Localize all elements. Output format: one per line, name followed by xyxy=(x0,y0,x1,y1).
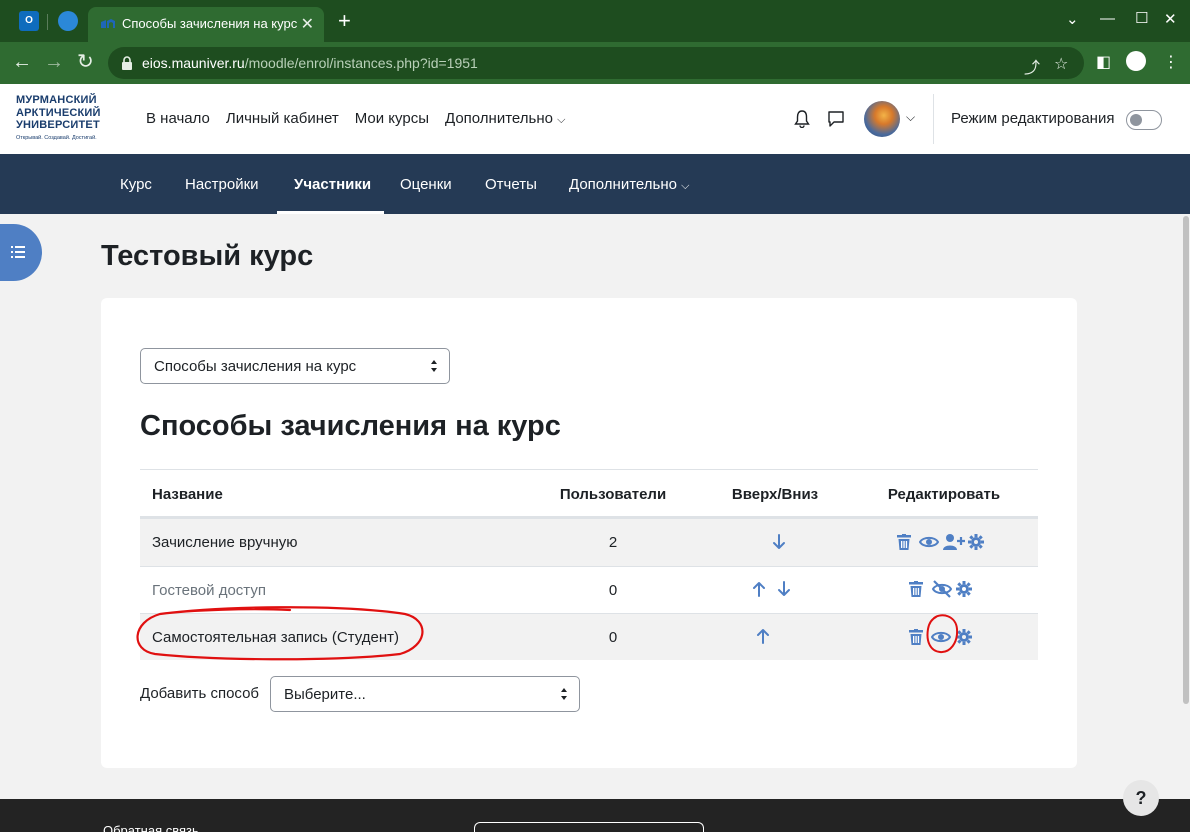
url-text: eios.mauniver.ru/moodle/enrol/instances.… xyxy=(142,55,478,71)
logo-line-3: УНИВЕРСИТЕТ xyxy=(16,119,100,131)
lock-icon xyxy=(122,56,132,70)
browser-menu-icon[interactable]: ⋮ xyxy=(1163,52,1179,72)
header-name: Название xyxy=(152,486,223,503)
nav-dashboard[interactable]: Личный кабинет xyxy=(226,110,339,127)
share-icon[interactable]: ⤴ xyxy=(1024,54,1040,78)
tab-search-chevron-icon[interactable]: ⌄ xyxy=(1066,10,1079,28)
nav-my-courses[interactable]: Мои курсы xyxy=(355,110,429,127)
messages-icon[interactable] xyxy=(827,110,845,128)
page-selector-value: Способы зачисления на курс xyxy=(154,358,357,375)
table-row: Гостевой доступ 0 xyxy=(140,566,1038,613)
active-browser-tab[interactable]: Способы зачисления на курс ✕ xyxy=(88,7,324,42)
tab-participants[interactable]: Участники xyxy=(294,176,371,193)
eye-icon[interactable] xyxy=(931,629,951,645)
trash-icon[interactable] xyxy=(909,581,923,597)
arrow-down-icon[interactable] xyxy=(772,534,786,550)
side-panel-icon[interactable]: ◧ xyxy=(1096,52,1111,72)
outlook-pinned-tab[interactable]: O xyxy=(19,11,39,31)
maximize-icon[interactable]: ☐ xyxy=(1135,9,1148,27)
logo-tagline: Открывай. Создавай. Достигай. xyxy=(16,134,97,141)
table-header-row: Название Пользователи Вверх/Вниз Редакти… xyxy=(140,469,1038,518)
edit-mode-toggle[interactable] xyxy=(1126,110,1162,130)
users-count: 0 xyxy=(608,582,618,599)
page-footer: Обратная связь xyxy=(0,799,1190,832)
tab-reports[interactable]: Отчеты xyxy=(485,176,537,193)
method-name: Гостевой доступ xyxy=(152,582,266,599)
trash-icon[interactable] xyxy=(909,629,923,645)
edit-mode-label: Режим редактирования xyxy=(951,110,1115,127)
chevron-down-icon: ⌵ xyxy=(557,114,566,126)
close-window-icon[interactable]: ✕ xyxy=(1164,10,1177,28)
chevron-down-icon: ⌵ xyxy=(681,180,690,192)
users-count: 0 xyxy=(608,629,618,646)
user-menu-chevron-icon[interactable]: ⌵ xyxy=(906,110,915,125)
nav-more[interactable]: Дополнительно ⌵ xyxy=(445,110,565,127)
arrow-down-icon[interactable] xyxy=(777,581,791,597)
select-arrows-icon xyxy=(561,688,567,700)
address-bar[interactable]: eios.mauniver.ru/moodle/enrol/instances.… xyxy=(108,47,1084,79)
table-row: Самостоятельная запись (Студент) 0 xyxy=(140,613,1038,660)
tab-close-icon[interactable]: ✕ xyxy=(301,14,314,34)
moodle-favicon-icon xyxy=(101,19,115,28)
forward-icon[interactable]: → xyxy=(44,51,64,73)
browser-tab-title: Способы зачисления на курс xyxy=(122,16,298,31)
gear-icon[interactable] xyxy=(956,581,972,597)
footer-button[interactable] xyxy=(474,822,704,832)
method-name: Самостоятельная запись (Студент) xyxy=(152,629,400,646)
list-icon xyxy=(11,246,25,258)
toggle-knob xyxy=(1130,114,1142,126)
tab-settings[interactable]: Настройки xyxy=(185,176,259,193)
add-method-label: Добавить способ xyxy=(140,685,260,702)
header-divider xyxy=(933,94,934,144)
add-method-select[interactable]: Выберите... xyxy=(270,676,580,712)
add-method-select-value: Выберите... xyxy=(284,686,366,703)
notifications-bell-icon[interactable] xyxy=(794,110,810,128)
new-tab-icon[interactable]: + xyxy=(338,10,351,32)
bookmark-star-icon[interactable]: ☆ xyxy=(1054,54,1068,74)
university-logo[interactable]: МУРМАНСКИЙ АРКТИЧЕСКИЙ УНИВЕРСИТЕТ Откры… xyxy=(16,94,101,141)
arrow-up-icon[interactable] xyxy=(752,581,766,597)
arrow-up-icon[interactable] xyxy=(756,628,770,644)
enrol-users-icon[interactable] xyxy=(943,533,965,551)
gear-icon[interactable] xyxy=(956,629,972,645)
nav-more-label: Дополнительно xyxy=(445,110,553,127)
tab-more-label: Дополнительно xyxy=(569,176,677,193)
logo-line-2: АРКТИЧЕСКИЙ xyxy=(16,106,101,119)
nav-home[interactable]: В начало xyxy=(146,110,210,127)
eye-icon[interactable] xyxy=(919,534,939,550)
reload-icon[interactable]: ↻ xyxy=(77,51,94,73)
page-title: Тестовый курс xyxy=(101,240,314,272)
pinned-tab-separator xyxy=(47,14,48,30)
course-index-toggle[interactable] xyxy=(0,224,42,281)
logo-line-1: МУРМАНСКИЙ xyxy=(16,94,97,106)
select-arrows-icon xyxy=(431,360,437,372)
secondary-navigation: Курс Настройки Участники Оценки Отчеты Д… xyxy=(0,154,1190,214)
header-edit: Редактировать xyxy=(887,486,1001,503)
gear-icon[interactable] xyxy=(968,534,984,550)
tab-grades[interactable]: Оценки xyxy=(400,176,452,193)
primary-navigation: В начало Личный кабинет Мои курсы Дополн… xyxy=(146,110,565,127)
method-name: Зачисление вручную xyxy=(152,534,298,551)
tab-more[interactable]: Дополнительно ⌵ xyxy=(569,176,689,193)
back-icon[interactable]: ← xyxy=(12,51,32,73)
header-updown: Вверх/Вниз xyxy=(731,486,819,503)
page-selector[interactable]: Способы зачисления на курс xyxy=(140,348,450,384)
eye-slash-icon[interactable] xyxy=(931,580,953,598)
help-button[interactable]: ? xyxy=(1123,780,1159,816)
minimize-icon[interactable]: — xyxy=(1100,10,1115,27)
browser-tabstrip: O Способы зачисления на курс ✕ + ⌄ — ☐ ✕ xyxy=(0,0,1190,42)
profile-icon[interactable] xyxy=(1126,51,1146,71)
trash-icon[interactable] xyxy=(897,534,911,550)
user-avatar[interactable] xyxy=(864,101,900,137)
header-users: Пользователи xyxy=(559,486,667,503)
active-tab-indicator xyxy=(277,211,384,214)
footer-feedback-link[interactable]: Обратная связь xyxy=(103,823,199,832)
users-count: 2 xyxy=(608,534,618,551)
mauniver-pinned-tab[interactable] xyxy=(58,11,78,31)
tab-course[interactable]: Курс xyxy=(120,176,152,193)
table-row: Зачисление вручную 2 xyxy=(140,518,1038,566)
section-title: Способы зачисления на курс xyxy=(140,410,561,442)
browser-toolbar: ← → ↻ eios.mauniver.ru/moodle/enrol/inst… xyxy=(0,42,1190,84)
scrollbar-thumb[interactable] xyxy=(1183,216,1189,704)
